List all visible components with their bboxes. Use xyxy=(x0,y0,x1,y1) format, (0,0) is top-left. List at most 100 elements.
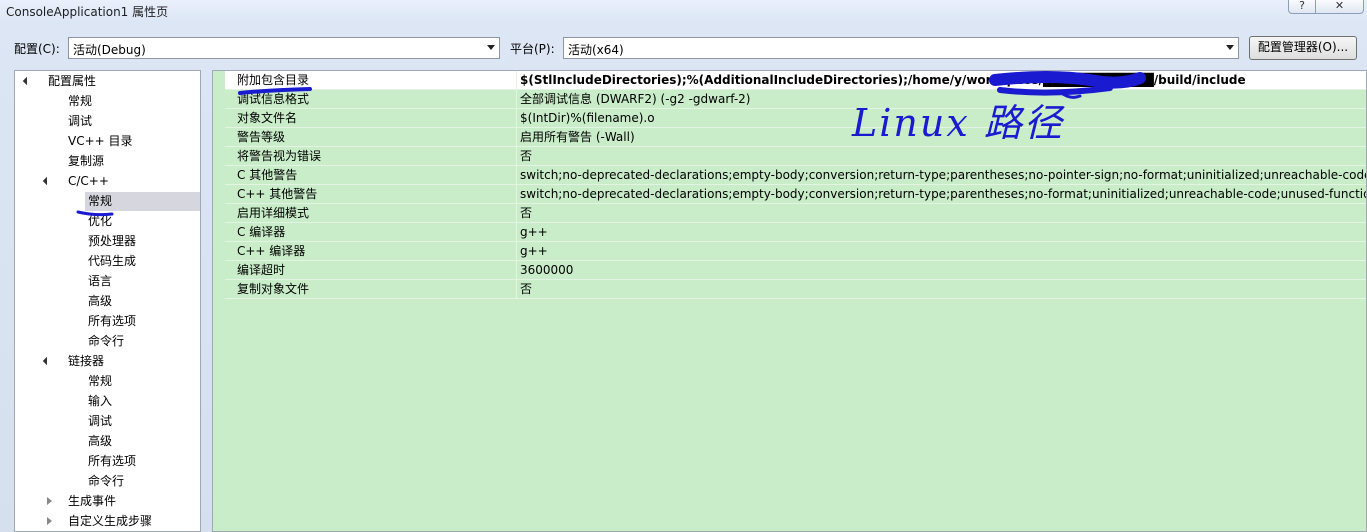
property-row[interactable]: C++ 其他警告 switch;no-deprecated-declaration… xyxy=(213,185,1366,204)
tree-item-label: 命令行 xyxy=(88,334,125,348)
property-row[interactable]: 将警告视为错误否 xyxy=(213,147,1366,166)
tree-item[interactable]: 调试 xyxy=(15,112,200,132)
tree-item[interactable]: 代码生成 xyxy=(15,252,200,272)
property-name: 警告等级 xyxy=(225,128,517,147)
tree-item[interactable]: 语言 xyxy=(15,272,200,292)
tree-item[interactable]: 常规 xyxy=(15,372,200,392)
tree-item-label: 代码生成 xyxy=(88,254,137,268)
tree-item-label: 配置属性 xyxy=(48,74,97,88)
config-combo-value: 活动(Debug) xyxy=(73,43,146,57)
tree-item[interactable]: 预处理器 xyxy=(15,232,200,252)
tree-item[interactable]: 高级 xyxy=(15,292,200,312)
property-row[interactable]: 警告等级 启用所有警告 (-Wall) xyxy=(213,128,1366,147)
row-gutter xyxy=(213,204,225,223)
window-title: ConsoleApplication1 属性页 xyxy=(6,5,169,19)
row-gutter xyxy=(213,242,225,261)
row-gutter xyxy=(213,280,225,299)
platform-combo-value: 活动(x64) xyxy=(568,43,624,57)
property-name: C++ 其他警告 xyxy=(225,185,517,204)
tree-item-label: 高级 xyxy=(88,434,113,448)
property-name: 启用详细模式 xyxy=(225,204,517,223)
tree-item[interactable]: 配置属性 xyxy=(15,72,200,92)
property-value[interactable]: $(StlIncludeDirectories);%(AdditionalInc… xyxy=(517,71,1366,90)
property-value[interactable]: g++ xyxy=(517,242,1366,261)
expand-down-icon[interactable] xyxy=(42,356,52,366)
row-gutter xyxy=(213,166,225,185)
tree-item[interactable]: 命令行 xyxy=(15,332,200,352)
row-gutter xyxy=(213,128,225,147)
property-row[interactable]: 对象文件名 $(IntDir)%(filename).o xyxy=(213,109,1366,128)
tree-item[interactable]: 优化 xyxy=(15,212,200,232)
property-name: C 其他警告 xyxy=(225,166,517,185)
property-name: C++ 编译器 xyxy=(225,242,517,261)
platform-combo[interactable]: 活动(x64) xyxy=(563,37,1239,59)
property-row[interactable]: 编译超时 3600000 xyxy=(213,261,1366,280)
tree-item[interactable]: 生成事件 xyxy=(15,492,200,512)
row-gutter xyxy=(213,185,225,204)
property-value[interactable]: 否 xyxy=(517,147,1366,166)
tree-item-label: 所有选项 xyxy=(88,314,137,328)
property-row[interactable]: 附加包含目录 $(StlIncludeDirectories);%(Additio… xyxy=(213,71,1366,90)
property-value[interactable]: 否 xyxy=(517,204,1366,223)
config-manager-button[interactable]: 配置管理器(O)... xyxy=(1249,36,1357,60)
property-value[interactable]: 3600000 xyxy=(517,261,1366,280)
row-gutter xyxy=(213,223,225,242)
property-value[interactable]: g++ xyxy=(517,223,1366,242)
tree-item-label: 常规 xyxy=(85,192,200,211)
tree-item-label: 优化 xyxy=(88,214,113,228)
tree-item-label: 常规 xyxy=(88,374,113,388)
tree-item-label: 自定义生成步骤 xyxy=(68,514,153,528)
row-gutter xyxy=(213,261,225,280)
chevron-down-icon xyxy=(1226,45,1234,50)
help-button[interactable]: ? xyxy=(1288,0,1316,14)
tree-item-label: 调试 xyxy=(68,114,93,128)
tree-item[interactable]: 命令行 xyxy=(15,472,200,492)
property-name: 编译超时 xyxy=(225,261,517,280)
property-row[interactable]: 调试信息格式 全部调试信息 (DWARF2) (-g2 -gdwarf-2) xyxy=(213,90,1366,109)
tree-item[interactable]: C/C++ xyxy=(15,172,200,192)
config-combo[interactable]: 活动(Debug) xyxy=(68,37,500,59)
property-row[interactable]: C 编译器 g++ xyxy=(213,223,1366,242)
tree-item[interactable]: VC++ 目录 xyxy=(15,132,200,152)
chevron-down-icon xyxy=(487,45,495,50)
property-name: C 编译器 xyxy=(225,223,517,242)
property-name: 附加包含目录 xyxy=(225,71,517,90)
close-button[interactable]: ✕ xyxy=(1316,0,1364,14)
tree-item[interactable]: 链接器 xyxy=(15,352,200,372)
tree-item[interactable]: 常规 xyxy=(15,92,200,112)
property-row[interactable]: C++ 编译器 g++ xyxy=(213,242,1366,261)
expand-right-icon[interactable] xyxy=(47,497,52,505)
tree-item-label: 所有选项 xyxy=(88,454,137,468)
tree-item[interactable]: 复制源 xyxy=(15,152,200,172)
tree-item[interactable]: 所有选项 xyxy=(15,452,200,472)
tree-item-label: VC++ 目录 xyxy=(68,134,133,148)
property-value[interactable]: switch;no-deprecated-declarations;empty-… xyxy=(517,185,1366,204)
annotation-text: Linux 路径 xyxy=(852,101,1064,145)
tree-item-label: 命令行 xyxy=(88,474,125,488)
tree-item-label: 常规 xyxy=(68,94,93,108)
tree-item[interactable]: 自定义生成步骤 xyxy=(15,512,200,531)
title-buttons: ? ✕ xyxy=(1288,0,1364,14)
property-value[interactable]: switch;no-deprecated-declarations;empty-… xyxy=(517,166,1366,185)
tree-item[interactable]: 常规 xyxy=(15,192,200,212)
property-row[interactable]: 启用详细模式否 xyxy=(213,204,1366,223)
tree-item-label: 调试 xyxy=(88,414,113,428)
tree-item[interactable]: 调试 xyxy=(15,412,200,432)
expand-right-icon[interactable] xyxy=(47,517,52,525)
expand-down-icon[interactable] xyxy=(22,76,32,86)
tree-item-label: 复制源 xyxy=(68,154,105,168)
tree-item-label: 生成事件 xyxy=(68,494,117,508)
property-name: 将警告视为错误 xyxy=(225,147,517,166)
row-gutter xyxy=(213,90,225,109)
row-gutter xyxy=(213,109,225,128)
title-bar: ConsoleApplication1 属性页 ? ✕ xyxy=(0,0,1367,24)
expand-down-icon[interactable] xyxy=(42,176,52,186)
property-row[interactable]: C 其他警告 switch;no-deprecated-declarations;… xyxy=(213,166,1366,185)
property-grid: 附加包含目录 $(StlIncludeDirectories);%(Additio… xyxy=(212,70,1367,532)
tree-item[interactable]: 高级 xyxy=(15,432,200,452)
tree-item[interactable]: 所有选项 xyxy=(15,312,200,332)
property-name: 调试信息格式 xyxy=(225,90,517,109)
property-value[interactable]: 否 xyxy=(517,280,1366,299)
tree-item[interactable]: 输入 xyxy=(15,392,200,412)
property-row[interactable]: 复制对象文件否 xyxy=(213,280,1366,299)
